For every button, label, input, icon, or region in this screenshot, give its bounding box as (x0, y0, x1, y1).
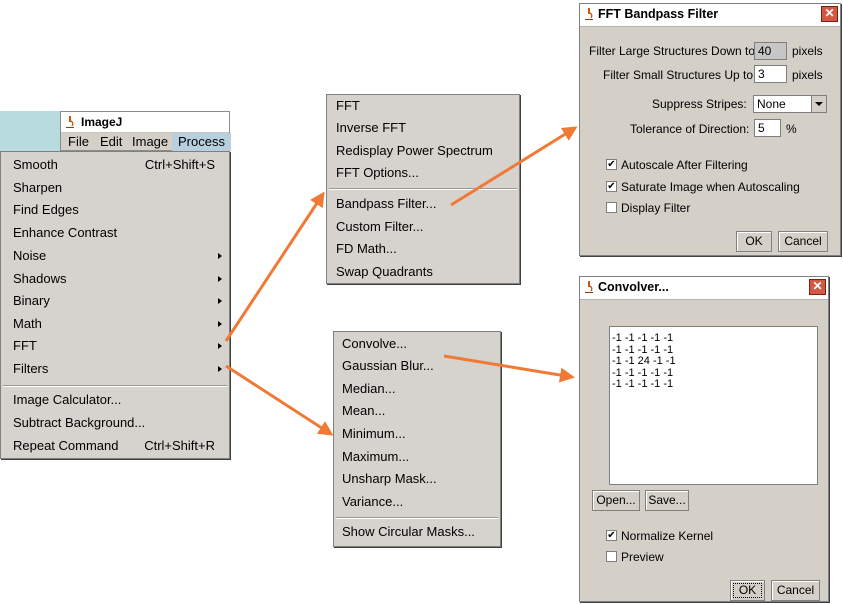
arrow-bandpass-to-dialog (450, 126, 578, 207)
arrow-fft-to-fft-submenu (224, 191, 325, 342)
arrow-filters-to-filters-submenu (225, 364, 334, 436)
annotation-arrows (224, 126, 578, 436)
arrow-convolve-to-dialog (443, 354, 575, 383)
